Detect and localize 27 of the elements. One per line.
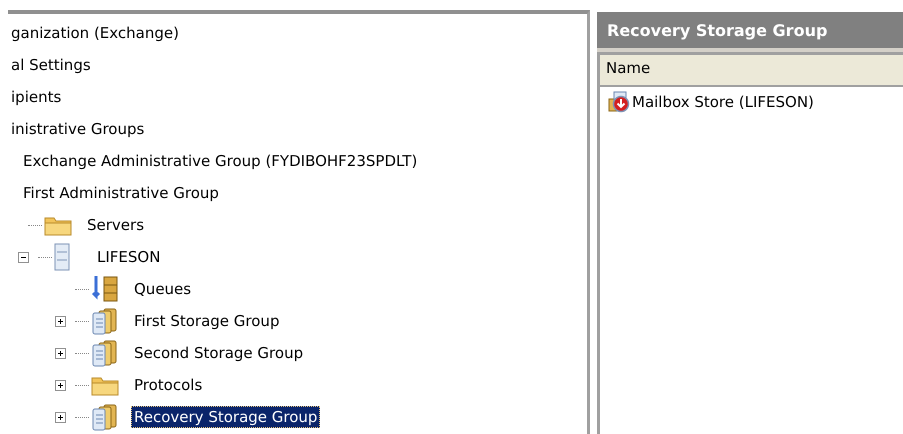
tree-item[interactable]: inistrative Groups [8, 118, 148, 140]
expander-icon[interactable] [55, 380, 66, 390]
storage-group-icon [91, 339, 119, 367]
tree-item[interactable]: First Storage Group [131, 310, 282, 332]
tree-item[interactable]: Recovery Storage Group [131, 406, 320, 428]
server-icon [54, 243, 70, 271]
mailbox-store-icon [608, 91, 630, 113]
tree-item[interactable]: Exchange Administrative Group (FYDIBOHF23SPDLT) [20, 150, 420, 172]
expander-icon[interactable] [55, 412, 66, 422]
queue-icon [91, 275, 119, 303]
tree-item[interactable]: LIFESON [94, 246, 164, 268]
expander-icon[interactable] [55, 316, 66, 326]
tree-item[interactable]: First Administrative Group [20, 182, 222, 204]
panel-title: Recovery Storage Group [597, 12, 903, 52]
tree-item[interactable]: Servers [84, 214, 148, 236]
tree-item[interactable]: ipients [8, 86, 64, 108]
storage-group-icon [91, 307, 119, 335]
tree-item[interactable]: al Settings [8, 54, 94, 76]
tree-item[interactable]: Second Storage Group [131, 342, 306, 364]
column-header[interactable]: Name [600, 55, 903, 85]
tree-item[interactable]: Queues [131, 278, 194, 300]
tree-item[interactable]: Protocols [131, 374, 206, 396]
expander-icon[interactable] [18, 252, 29, 262]
expander-icon[interactable] [55, 348, 66, 358]
tree-item[interactable]: ganization (Exchange) [8, 22, 182, 44]
list-item[interactable]: Mailbox Store (LIFESON) [632, 93, 814, 111]
storage-group-icon [91, 403, 119, 431]
